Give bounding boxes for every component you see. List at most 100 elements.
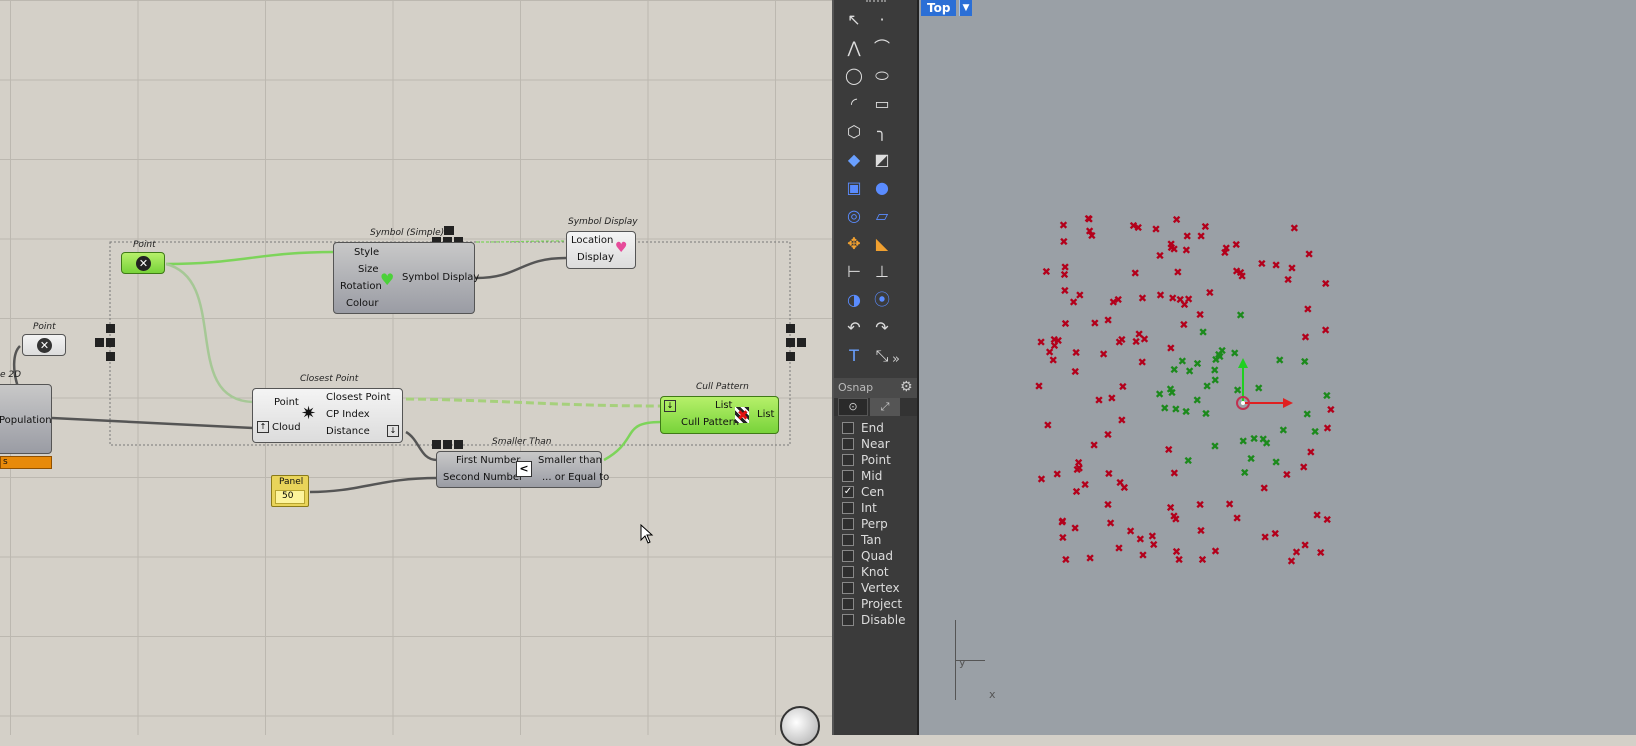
dimension-icon[interactable]: ⊢ [842,260,866,284]
osnap-item-end[interactable]: End [842,420,884,436]
red-point-marker: ✖ [1172,213,1181,226]
osnap-checkbox[interactable] [842,598,854,610]
symbol-display-node[interactable]: Location Display ♥ [566,231,636,269]
grasshopper-canvas[interactable]: Point ✕ Point ✕ e 2D Population s Symbol… [0,0,832,746]
offset-icon[interactable]: ↷ [870,316,894,340]
text-icon[interactable]: T [842,344,866,368]
list-icon[interactable] [444,226,454,235]
symbol-simple-node[interactable]: Style Size Rotation Colour ♥ Symbol Disp… [333,242,479,314]
curve-icon[interactable]: ⌒ [870,36,894,60]
smaller-than-node[interactable]: First Number Second Number < Smaller tha… [436,451,609,488]
curve-tools-icon[interactable]: ↶ [842,316,866,340]
arrow-up-icon[interactable] [106,324,115,333]
arrow-down-icon[interactable] [786,352,795,361]
cylinder-icon[interactable]: ◎ [842,204,866,228]
rectangle-icon[interactable]: ▭ [870,92,894,116]
arrow-down-icon[interactable] [106,352,115,361]
scale-icon[interactable]: ⤡ [870,344,894,368]
panel-icon[interactable] [95,338,104,347]
surface-icon[interactable]: ◆ [842,148,866,172]
explode-icon[interactable]: ◣ [870,232,894,256]
osnap-label: Knot [861,565,889,579]
osnap-checkbox[interactable] [842,566,854,578]
toolbar-grip[interactable] [866,0,886,5]
panel-node[interactable]: Panel 50 [271,475,309,507]
box-icon[interactable]: ▣ [842,176,866,200]
green-point-marker: ✖ [1171,403,1180,416]
osnap-checkbox[interactable] [842,470,854,482]
group-controls-left[interactable] [95,324,117,362]
graft-up-icon[interactable]: ↑ [257,421,269,433]
osnap-checkbox[interactable] [842,582,854,594]
osnap-checkbox[interactable] [842,614,854,626]
osnap-checkbox[interactable]: ✓ [842,486,854,498]
osnap-checkbox[interactable] [842,454,854,466]
arrow-left-icon[interactable] [432,440,441,449]
hearts-icon: ♥ [615,240,628,256]
osnap-item-int[interactable]: Int [842,500,877,516]
osnap-item-disable[interactable]: Disable [842,612,906,628]
group-controls-right[interactable] [786,324,808,362]
extrude-icon[interactable]: ◩ [870,148,894,172]
panel-icon[interactable] [797,338,806,347]
osnap-checkbox[interactable] [842,502,854,514]
sphere-icon[interactable]: ● [870,176,894,200]
gumball-icon[interactable] [1236,358,1293,410]
arrow-right-icon[interactable] [454,440,463,449]
polyline-icon[interactable]: ⋀ [842,36,866,60]
cull-pattern-node[interactable]: ↓ List Cull Pattern ✖ List [660,396,779,434]
osnap-item-mid[interactable]: Mid [842,468,882,484]
closest-point-node[interactable]: Point Cloud ↑ ✷ Closest Point CP Index D… [252,388,403,443]
select-arrow-icon[interactable]: ↖ [842,8,866,32]
osnap-item-perp[interactable]: Perp [842,516,888,532]
red-point-marker: ✖ [1232,238,1241,251]
boolean-icon[interactable]: ◑ [842,288,866,312]
osnap-checkbox[interactable] [842,550,854,562]
fillet-icon[interactable]: ╮ [870,120,894,144]
canvas-navigator-icon[interactable] [780,706,820,746]
osnap-tab-icon[interactable]: ⊙ [838,398,868,416]
arrow-up-icon[interactable] [786,324,795,333]
red-point-marker: ✖ [1304,248,1313,261]
flatten-down-icon[interactable]: ↓ [664,400,676,412]
osnap-item-point[interactable]: Point [842,452,891,468]
point-param2[interactable]: ✕ [22,334,66,356]
red-point-marker: ✖ [1103,314,1112,327]
gear-icon[interactable]: ⚙ [900,379,913,395]
point-param[interactable]: ✕ [121,252,165,274]
populate-2d-node[interactable]: Population [0,384,52,454]
group-icon[interactable]: ⦿ [870,288,894,312]
plane-icon[interactable]: ▱ [870,204,894,228]
input-cull-pattern: Cull Pattern [681,417,740,428]
osnap-item-tan[interactable]: Tan [842,532,881,548]
arrow-up-icon[interactable] [443,440,452,449]
transform-icon[interactable]: ✥ [842,232,866,256]
plus-icon[interactable] [786,338,795,347]
osnap-checkbox[interactable] [842,438,854,450]
osnap-checkbox[interactable] [842,422,854,434]
osnap-checkbox[interactable] [842,534,854,546]
plus-icon[interactable] [106,338,115,347]
osnap-label: End [861,421,884,435]
osnap-tab-projection-icon[interactable]: ⤢ [870,398,900,416]
osnap-item-vertex[interactable]: Vertex [842,580,900,596]
ellipse-icon[interactable]: ⬭ [870,64,894,88]
osnap-item-project[interactable]: Project [842,596,902,612]
rhino-viewport-top[interactable]: Top ▼ ✖ ✖ ✖ ✖ ✖ ✖ ✖ ✖ ✖ ✖ ✖ ✖ ✖ ✖ ✖ ✖ ✖ ✖ ✖ ✖ ✖ ✖ ✖ ✖ ✖ ✖ ✖ ✖ ✖ ✖ ✖ ✖ ✖ ✖… [917,0,1636,735]
align-icon[interactable]: ⊥ [870,260,894,284]
osnap-item-quad[interactable]: Quad [842,548,893,564]
osnap-item-cen[interactable]: ✓ Cen [842,484,884,500]
circle-icon[interactable]: ◯ [842,64,866,88]
point-icon[interactable]: · [870,8,894,32]
osnap-item-near[interactable]: Near [842,436,890,452]
flatten-down-icon[interactable]: ↓ [387,425,399,437]
polygon-icon[interactable]: ⬡ [842,120,866,144]
green-point-marker: ✖ [1201,408,1210,421]
red-point-marker: ✖ [1090,439,1099,452]
panel-value[interactable]: 50 [275,490,305,504]
arc-icon[interactable]: ◜ [842,92,866,116]
osnap-item-knot[interactable]: Knot [842,564,889,580]
osnap-checkbox[interactable] [842,518,854,530]
more-chevron-icon[interactable]: » [892,352,900,367]
red-point-marker: ✖ [1312,509,1321,522]
